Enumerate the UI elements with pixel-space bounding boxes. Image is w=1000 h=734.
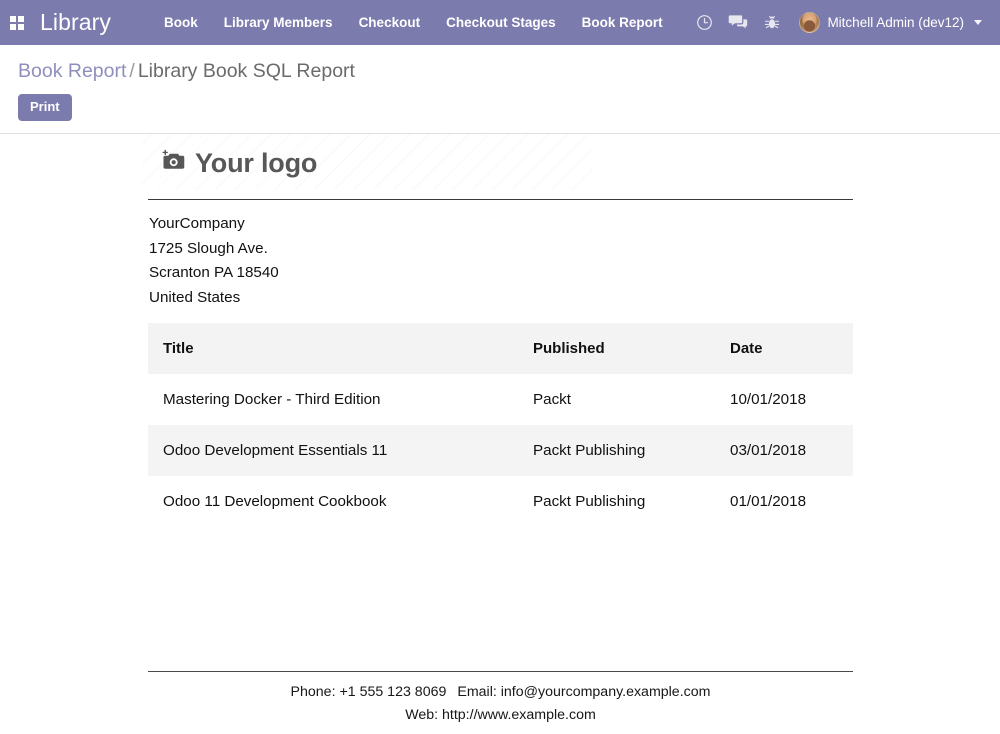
apps-grid-icon [10,15,24,30]
menu-item-checkout-stages[interactable]: Checkout Stages [433,0,569,45]
cell-title: Odoo Development Essentials 11 [148,425,518,477]
report-sheet: Your logo YourCompany 1725 Slough Ave. S… [0,134,1000,728]
print-button[interactable]: Print [18,94,72,122]
report-footer: Phone: +1 555 123 8069 Email: info@yourco… [148,671,853,727]
book-report-table: Title Published Date Mastering Docker - … [148,323,853,528]
table-header-row: Title Published Date [148,323,853,375]
main-menu: Book Library Members Checkout Checkout S… [151,0,676,45]
menu-item-book-report[interactable]: Book Report [569,0,676,45]
control-panel: Book Report / Library Book SQL Report Prin… [0,45,1000,135]
report-logo-text: Your logo [195,148,318,179]
company-country: United States [149,288,241,306]
cell-title: Odoo 11 Development Cookbook [148,476,518,528]
company-address: YourCompany 1725 Slough Ave. Scranton PA… [148,200,853,310]
cell-date: 10/01/2018 [715,374,853,426]
footer-phone: Phone: +1 555 123 8069 [290,684,447,701]
cell-published: Packt Publishing [518,425,715,477]
table-row: Odoo Development Essentials 11 Packt Pub… [148,425,853,477]
column-header-published: Published [518,323,715,375]
cell-published: Packt [518,374,715,426]
avatar [799,12,821,33]
bug-icon[interactable] [755,0,789,45]
breadcrumb: Book Report / Library Book SQL Report [0,57,1000,85]
table-row: Odoo 11 Development Cookbook Packt Publi… [148,476,853,528]
report-logo-area: Your logo [142,134,853,191]
cell-published: Packt Publishing [518,476,715,528]
camera-add-icon[interactable] [161,149,186,178]
navbar-right: Mitchell Admin (dev12) [687,0,992,45]
chevron-down-icon [974,20,982,25]
cell-date: 03/01/2018 [715,425,853,477]
footer-email: Email: info@yourcompany.example.com [457,684,711,701]
cell-title: Mastering Docker - Third Edition [148,374,518,426]
menu-item-checkout[interactable]: Checkout [346,0,434,45]
footer-web-line: Web: http://www.example.com [148,704,853,727]
cell-date: 01/01/2018 [715,476,853,528]
breadcrumb-separator: / [129,60,135,82]
company-street: 1725 Slough Ave. [149,239,268,257]
table-row: Mastering Docker - Third Edition Packt 1… [148,374,853,426]
control-panel-buttons: Print [0,85,1000,133]
menu-item-book[interactable]: Book [151,0,211,45]
user-name: Mitchell Admin (dev12) [827,15,964,30]
top-navbar: Library Book Library Members Checkout Ch… [0,0,1000,45]
company-name: YourCompany [149,215,245,233]
company-city-state-zip: Scranton PA 18540 [149,264,279,282]
footer-contact-line: Phone: +1 555 123 8069 Email: info@yourco… [148,681,853,704]
footer-web: Web: http://www.example.com [405,707,596,724]
breadcrumb-parent[interactable]: Book Report [18,60,126,82]
app-brand[interactable]: Library [34,9,117,36]
column-header-date: Date [715,323,853,375]
breadcrumb-current: Library Book SQL Report [137,60,355,82]
user-menu[interactable]: Mitchell Admin (dev12) [789,12,988,33]
clock-icon[interactable] [687,0,721,45]
menu-item-library-members[interactable]: Library Members [211,0,346,45]
column-header-title: Title [148,323,518,375]
apps-menu-button[interactable] [0,0,34,45]
chat-icon[interactable] [721,0,755,45]
